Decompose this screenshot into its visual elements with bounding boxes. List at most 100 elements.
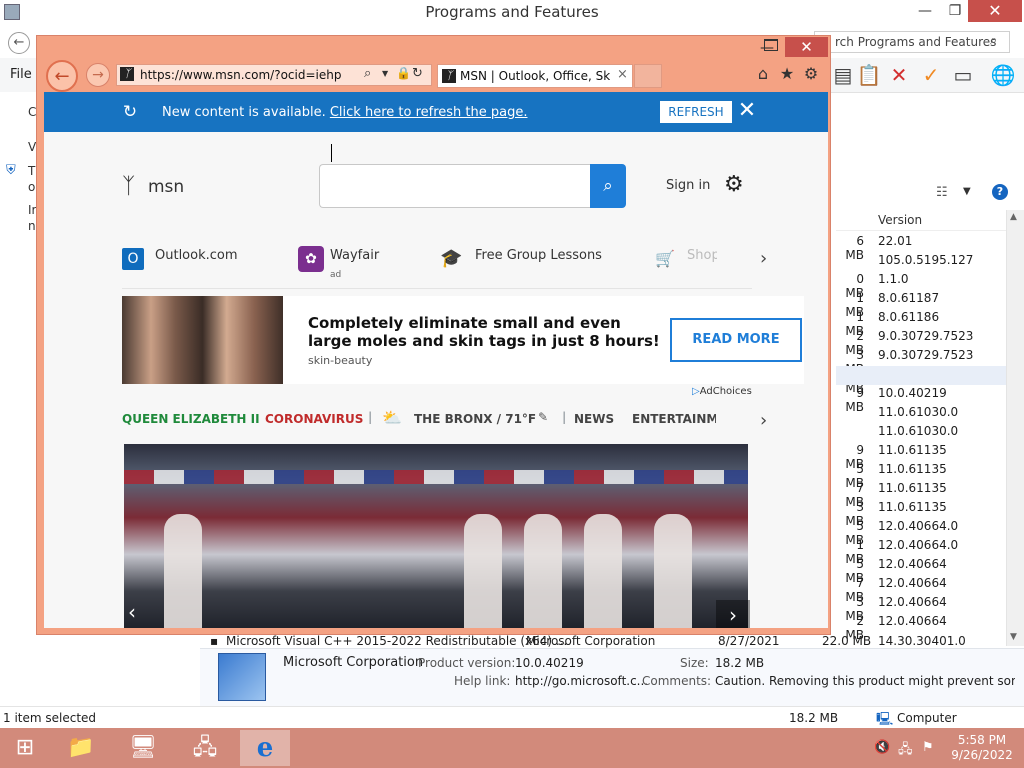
quicklink-shop[interactable]: Shop [687, 248, 717, 263]
column-header-version[interactable]: Version [878, 213, 922, 227]
nav-news[interactable]: NEWS [574, 412, 614, 426]
ie-back-button[interactable]: ← [46, 60, 78, 92]
msn-logo[interactable]: msn [148, 177, 184, 197]
view-options-icon[interactable]: ☷ [936, 185, 948, 200]
ad-headline[interactable]: Completely eliminate small and even larg… [308, 314, 668, 350]
ie-close-button[interactable]: ✕ [785, 37, 828, 57]
start-button[interactable]: ⊞ [0, 730, 50, 766]
help-icon[interactable]: ? [992, 184, 1008, 200]
table-row[interactable]: 1 MB 12.0.40664.0 [836, 538, 1006, 566]
check-icon[interactable]: ✓ [918, 62, 944, 88]
table-row[interactable]: 7 MB 11.0.61135 [836, 481, 1006, 509]
hero-image[interactable] [124, 444, 748, 628]
network-icon[interactable]: 🖧 [898, 740, 913, 762]
properties-icon[interactable]: ▤ [830, 62, 856, 88]
table-row[interactable]: 6 MB 22.01 [836, 234, 1006, 262]
msn-search-button[interactable]: ⌕ [590, 164, 626, 208]
table-row[interactable]: 11.0.61030.0 [836, 424, 1006, 443]
table-row[interactable]: 7 MB 12.0.40664 [836, 576, 1006, 604]
left-text-fragment[interactable]: T [28, 164, 35, 178]
edit-pencil-icon[interactable]: ✎ [538, 410, 548, 424]
table-row[interactable]: 5 MB 11.0.61135 [836, 462, 1006, 490]
shopping-cart-icon[interactable]: 🛒 [654, 248, 676, 270]
table-row[interactable]: 9 MB 10.0.40219 [836, 386, 1006, 414]
table-row[interactable]: 2 MB 9.0.30729.7523 [836, 329, 1006, 357]
search-icon[interactable]: ⌕ [990, 33, 997, 48]
nav-coronavirus[interactable]: CORONAVIRUS [265, 412, 363, 426]
graduation-cap-icon[interactable]: 🎓 [440, 248, 462, 270]
tools-gear-icon[interactable]: ⚙ [800, 63, 822, 85]
ad-card[interactable]: Completely eliminate small and even larg… [122, 296, 804, 384]
home-icon[interactable]: ⌂ [752, 63, 774, 85]
left-text-fragment[interactable]: n [28, 219, 36, 233]
menu-file[interactable]: File [10, 67, 32, 82]
tab-close-icon[interactable]: × [617, 67, 628, 82]
minimize-button[interactable]: — [910, 0, 940, 22]
chevron-down-icon[interactable]: ▼ [382, 69, 388, 78]
internet-explorer-icon[interactable]: e [240, 730, 290, 766]
adchoices-link[interactable]: ▷AdChoices [692, 386, 752, 397]
table-row[interactable]: 3 MB 12.0.40664 [836, 595, 1006, 623]
file-explorer-icon[interactable]: 📁 [56, 730, 106, 766]
search-icon[interactable]: ⌕ [364, 66, 371, 81]
chevron-down-icon[interactable]: ▼ [963, 186, 971, 197]
weather-sun-icon[interactable]: ⛅ [382, 408, 402, 427]
left-text-fragment[interactable]: o [28, 180, 35, 194]
table-row[interactable]: 5 MB 12.0.40664.0 [836, 519, 1006, 547]
clipboard-icon[interactable]: 📋 [856, 62, 882, 88]
new-tab-button[interactable] [634, 64, 662, 88]
read-more-button[interactable]: READ MORE [670, 318, 802, 362]
vertical-scrollbar[interactable] [1006, 210, 1024, 646]
msn-search-input[interactable] [319, 164, 591, 208]
nav-queen-elizabeth[interactable]: QUEEN ELIZABETH II [122, 412, 260, 426]
quicklink-wayfair[interactable]: Wayfair [330, 248, 379, 263]
details-help-link[interactable]: http://go.microsoft.c... [515, 674, 648, 688]
refresh-button[interactable]: REFRESH [660, 101, 732, 123]
table-row[interactable]: 1 MB 8.0.61186 [836, 310, 1006, 338]
ie-maximize-button[interactable] [764, 39, 778, 51]
quicklink-lessons[interactable]: Free Group Lessons [475, 248, 602, 263]
clock[interactable]: 5:58 PM 9/26/2022 [944, 733, 1020, 763]
notification-refresh-link[interactable]: Click here to refresh the page. [330, 105, 528, 120]
nav-entertainment[interactable]: ENTERTAINMENT [632, 412, 716, 426]
msn-butterfly-icon[interactable]: ᛉ [122, 174, 135, 199]
table-row[interactable]: 9 MB 11.0.61135 [836, 443, 1006, 471]
table-row[interactable]: 105.0.5195.127 [836, 253, 1006, 272]
carousel-prev-icon[interactable]: ‹ [128, 600, 136, 624]
table-row[interactable]: 5 MB 12.0.40664 [836, 557, 1006, 585]
lock-icon[interactable]: 🔒 [396, 66, 411, 80]
table-row[interactable]: 1 MB 8.0.61187 [836, 291, 1006, 319]
ad-image[interactable] [122, 296, 283, 384]
table-row[interactable]: 0 MB 1.1.0 [836, 272, 1006, 300]
table-row[interactable]: ▪ Microsoft Visual C++ 2015-2022 Redistr… [200, 634, 1006, 648]
sign-in-link[interactable]: Sign in [666, 178, 710, 193]
settings-gear-icon[interactable]: ⚙ [724, 172, 744, 197]
notification-close-icon[interactable]: ✕ [736, 98, 758, 124]
outlook-icon[interactable]: O [122, 248, 144, 270]
server-manager-icon[interactable]: 🖥 [118, 730, 168, 766]
nav-weather[interactable]: THE BRONX / 71°F [414, 412, 536, 426]
carousel-next-icon[interactable]: › [716, 600, 750, 628]
table-row[interactable]: 2 MB 12.0.40664 [836, 614, 1006, 642]
chevron-right-icon[interactable]: › [760, 248, 767, 269]
ie-forward-button[interactable]: → [86, 63, 110, 87]
table-row[interactable]: 3 MB9.0.30729.7523 [836, 348, 1006, 376]
wayfair-icon[interactable]: ✿ [298, 246, 324, 272]
ie-url-text[interactable]: https://www.msn.com/?ocid=iehp [140, 68, 341, 82]
table-row[interactable]: 3 MB 11.0.61135 [836, 500, 1006, 528]
favorites-star-icon[interactable]: ★ [776, 63, 798, 85]
refresh-icon[interactable]: ↻ [412, 66, 423, 81]
back-button[interactable]: ← [8, 32, 30, 54]
quicklink-outlook[interactable]: Outlook.com [155, 248, 238, 263]
volume-muted-icon[interactable]: 🔇 [874, 740, 890, 755]
search-input[interactable]: rch Programs and Features [814, 31, 1010, 53]
window-icon[interactable]: ▭ [950, 62, 976, 88]
action-center-icon[interactable]: ⚑ [922, 740, 934, 755]
delete-icon[interactable]: ✕ [886, 62, 912, 88]
chevron-right-icon[interactable]: › [760, 410, 767, 431]
scroll-up-icon[interactable]: ▲ [1010, 212, 1017, 222]
control-panel-taskbar-icon[interactable]: 🖧 [180, 730, 230, 766]
restore-button[interactable]: ❐ [940, 0, 970, 22]
close-button[interactable]: ✕ [968, 0, 1022, 22]
globe-icon[interactable]: 🌐 [990, 62, 1016, 88]
